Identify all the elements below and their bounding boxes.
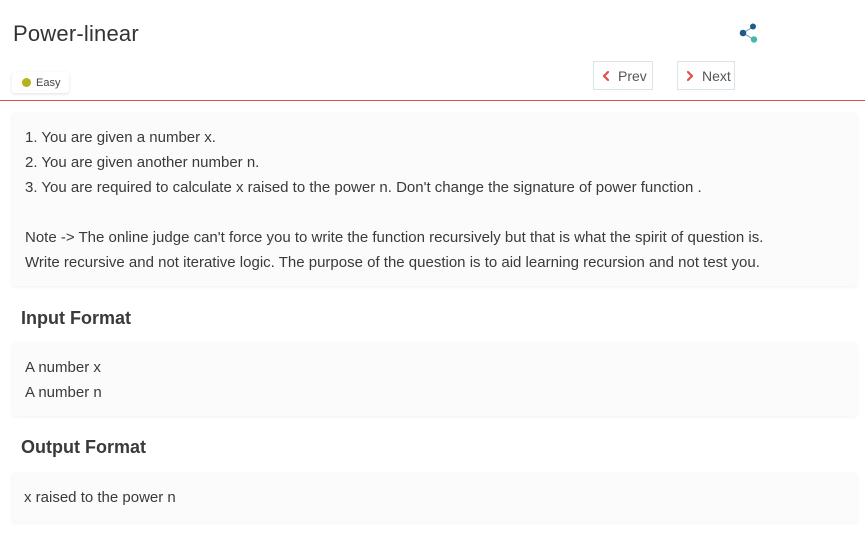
output-format-heading: Output Format bbox=[21, 437, 146, 457]
output-format-card: x raised to the power n bbox=[12, 473, 857, 522]
chevron-left-icon bbox=[602, 70, 610, 81]
description-line: 2. You are given another number n. bbox=[25, 154, 260, 171]
problem-title: Power-linear bbox=[13, 21, 139, 46]
problem-page: Power-linear Easy Prev Next 1. You are g… bbox=[0, 0, 865, 537]
difficulty-badge: Easy bbox=[12, 72, 70, 93]
note-line: Note -> The online judge can't force you… bbox=[25, 229, 764, 246]
next-label: Next bbox=[702, 67, 731, 84]
input-format-card: A number x A number n bbox=[12, 343, 857, 416]
input-format-line: A number n bbox=[25, 384, 102, 401]
share-icon[interactable] bbox=[738, 22, 760, 44]
problem-header: Power-linear Easy Prev Next bbox=[0, 0, 865, 101]
difficulty-dot bbox=[22, 78, 31, 87]
description-line: 3. You are required to calculate x raise… bbox=[25, 179, 702, 196]
problem-description: 1. You are given a number x. 2. You are … bbox=[12, 113, 857, 286]
next-button[interactable]: Next bbox=[677, 61, 735, 90]
prev-label: Prev bbox=[618, 67, 647, 84]
difficulty-label: Easy bbox=[36, 76, 61, 89]
output-format-line: x raised to the power n bbox=[24, 489, 176, 506]
note-line: Write recursive and not iterative logic.… bbox=[25, 254, 760, 271]
chevron-right-icon bbox=[686, 70, 694, 81]
input-format-heading: Input Format bbox=[21, 308, 131, 328]
input-format-line: A number x bbox=[25, 359, 101, 376]
description-line: 1. You are given a number x. bbox=[25, 129, 216, 146]
prev-button[interactable]: Prev bbox=[593, 61, 653, 90]
